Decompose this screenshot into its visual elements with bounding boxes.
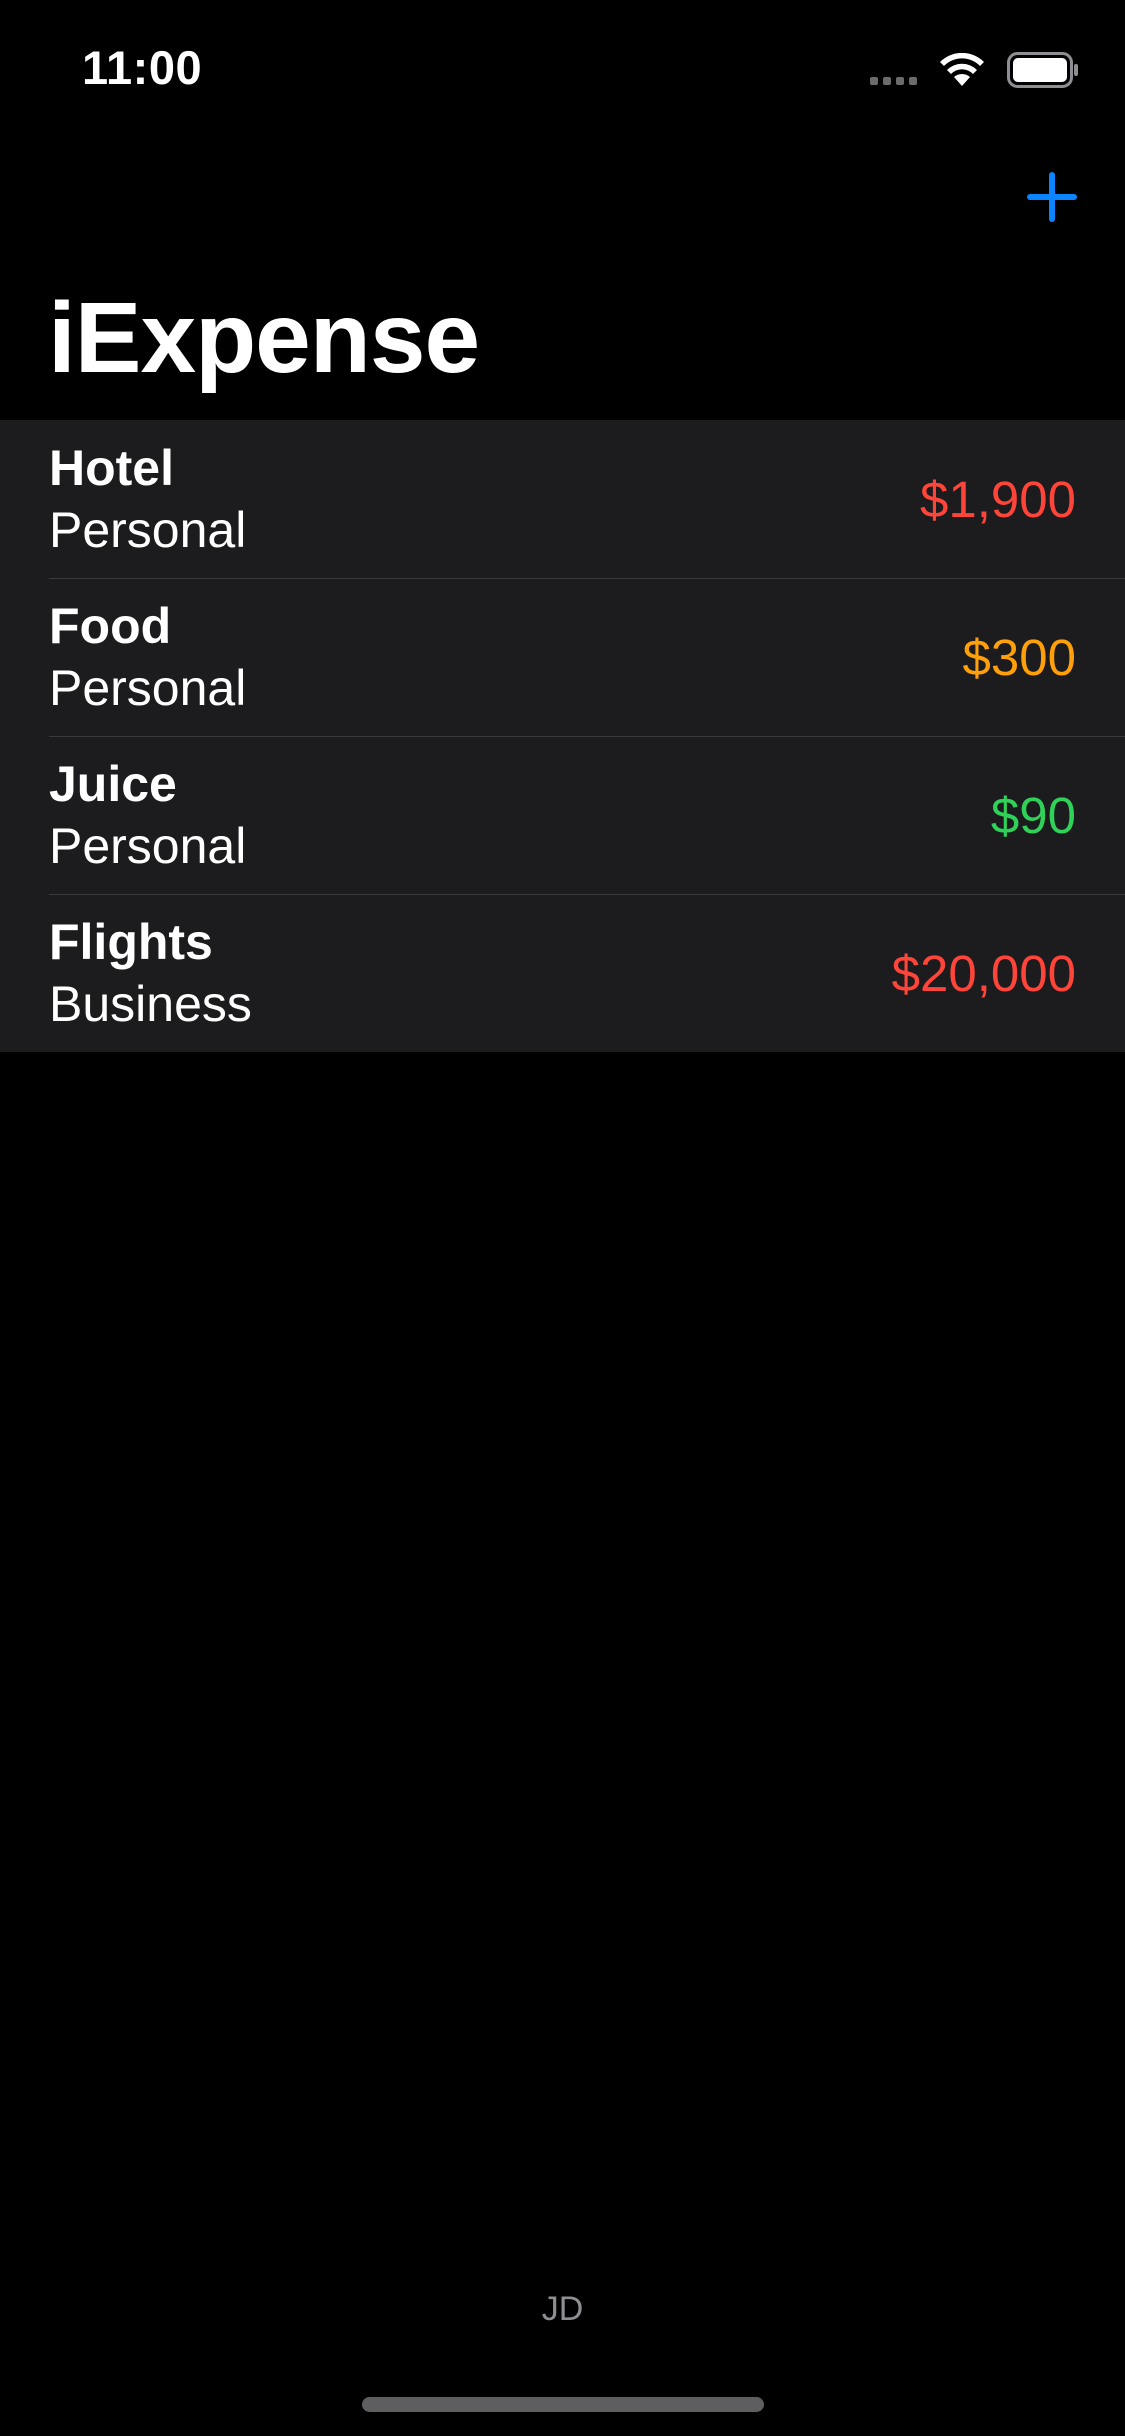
expense-row-food[interactable]: Food Personal $300	[0, 578, 1125, 736]
expense-name: Food	[49, 598, 172, 654]
expense-amount: $90	[990, 787, 1076, 844]
expense-type: Personal	[49, 818, 247, 874]
expense-amount: $300	[962, 629, 1076, 686]
expense-name: Juice	[49, 756, 177, 812]
expense-amount: $1,900	[920, 471, 1076, 528]
expense-type: Personal	[49, 502, 247, 558]
status-bar: 11:00	[0, 0, 1125, 132]
status-indicators	[870, 46, 1079, 94]
battery-icon	[1007, 52, 1078, 88]
expense-name: Flights	[49, 914, 213, 970]
expense-list: Hotel Personal $1,900 Food Personal $300…	[0, 420, 1125, 1052]
expense-amount: $20,000	[891, 945, 1076, 1002]
expense-row-hotel[interactable]: Hotel Personal $1,900	[0, 420, 1125, 578]
page-title: iExpense	[48, 282, 480, 394]
home-indicator[interactable]	[362, 2397, 764, 2412]
expense-type: Business	[49, 976, 252, 1032]
wifi-icon	[940, 53, 984, 86]
iexpense-screen: 11:00 iExpense Hotel Personal $1,900 Foo…	[0, 0, 1125, 2436]
cellular-signal-icon	[870, 55, 917, 85]
author-initials: JD	[541, 2290, 584, 2328]
status-time: 11:00	[82, 41, 203, 94]
plus-icon	[1027, 172, 1077, 222]
expense-name: Hotel	[49, 440, 174, 496]
expense-row-flights[interactable]: Flights Business $20,000	[0, 894, 1125, 1052]
expense-type: Personal	[49, 660, 247, 716]
expense-row-juice[interactable]: Juice Personal $90	[0, 736, 1125, 894]
add-expense-button[interactable]	[1023, 168, 1081, 226]
